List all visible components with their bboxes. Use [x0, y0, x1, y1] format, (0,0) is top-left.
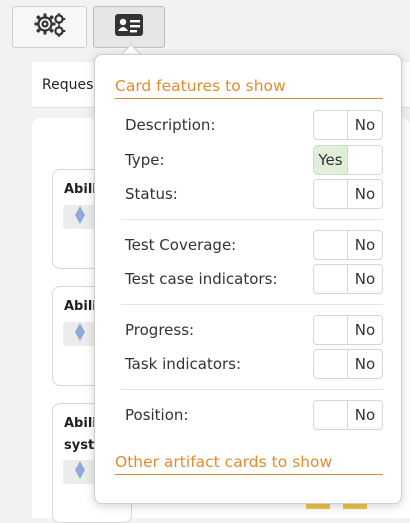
toggle-task-indicators[interactable]: No [313, 349, 383, 379]
type-badge [63, 205, 97, 229]
tab-requirements[interactable]: Reques [42, 77, 93, 93]
diamond-icon [74, 460, 86, 484]
toggle-status[interactable]: No [313, 179, 383, 209]
option-label-status: Status: [125, 185, 178, 203]
option-label-type: Type: [125, 151, 165, 169]
toggle-yes-segment[interactable] [314, 111, 349, 139]
toolbar [0, 0, 410, 56]
type-badge [63, 460, 97, 484]
type-badge [63, 322, 97, 346]
toggle-yes-segment[interactable]: Yes [314, 146, 349, 174]
option-label-progress: Progress: [125, 321, 195, 339]
option-label-test-coverage: Test Coverage: [125, 236, 237, 254]
card-display-button[interactable] [93, 6, 165, 48]
toggle-test-coverage[interactable]: No [313, 230, 383, 260]
diamond-icon [74, 205, 86, 229]
diamond-icon [74, 322, 86, 346]
toggle-test-case-indicators[interactable]: No [313, 264, 383, 294]
toggle-no-segment[interactable] [348, 146, 382, 174]
divider [121, 219, 383, 220]
toggle-yes-segment[interactable] [314, 316, 349, 344]
toggle-type[interactable]: Yes [313, 145, 383, 175]
toggle-description[interactable]: No [313, 110, 383, 140]
option-label-description: Description: [125, 116, 216, 134]
option-label-task-indicators: Task indicators: [125, 355, 242, 373]
toggle-progress[interactable]: No [313, 315, 383, 345]
toggle-no-segment[interactable]: No [348, 265, 382, 293]
gears-icon [32, 10, 68, 44]
toggle-yes-segment[interactable] [314, 350, 349, 378]
toggle-no-segment[interactable]: No [348, 111, 382, 139]
toggle-yes-segment[interactable] [314, 180, 349, 208]
toggle-no-segment[interactable]: No [348, 350, 382, 378]
id-card-icon [114, 13, 144, 41]
section-title-other-cards: Other artifact cards to show [115, 453, 383, 475]
toggle-yes-segment[interactable] [314, 401, 349, 429]
toggle-no-segment[interactable]: No [348, 231, 382, 259]
toggle-no-segment[interactable]: No [348, 401, 382, 429]
option-label-position: Position: [125, 406, 189, 424]
toggle-no-segment[interactable]: No [348, 316, 382, 344]
toggle-yes-segment[interactable] [314, 265, 349, 293]
settings-button[interactable] [12, 6, 87, 48]
toggle-yes-segment[interactable] [314, 231, 349, 259]
divider [121, 389, 383, 390]
divider [121, 304, 383, 305]
option-label-test-case-indicators: Test case indicators: [125, 270, 278, 288]
toggle-position[interactable]: No [313, 400, 383, 430]
section-title-card-features: Card features to show [115, 77, 383, 99]
toggle-no-segment[interactable]: No [348, 180, 382, 208]
card-features-popup: Card features to show Description: No Ty… [94, 54, 402, 504]
